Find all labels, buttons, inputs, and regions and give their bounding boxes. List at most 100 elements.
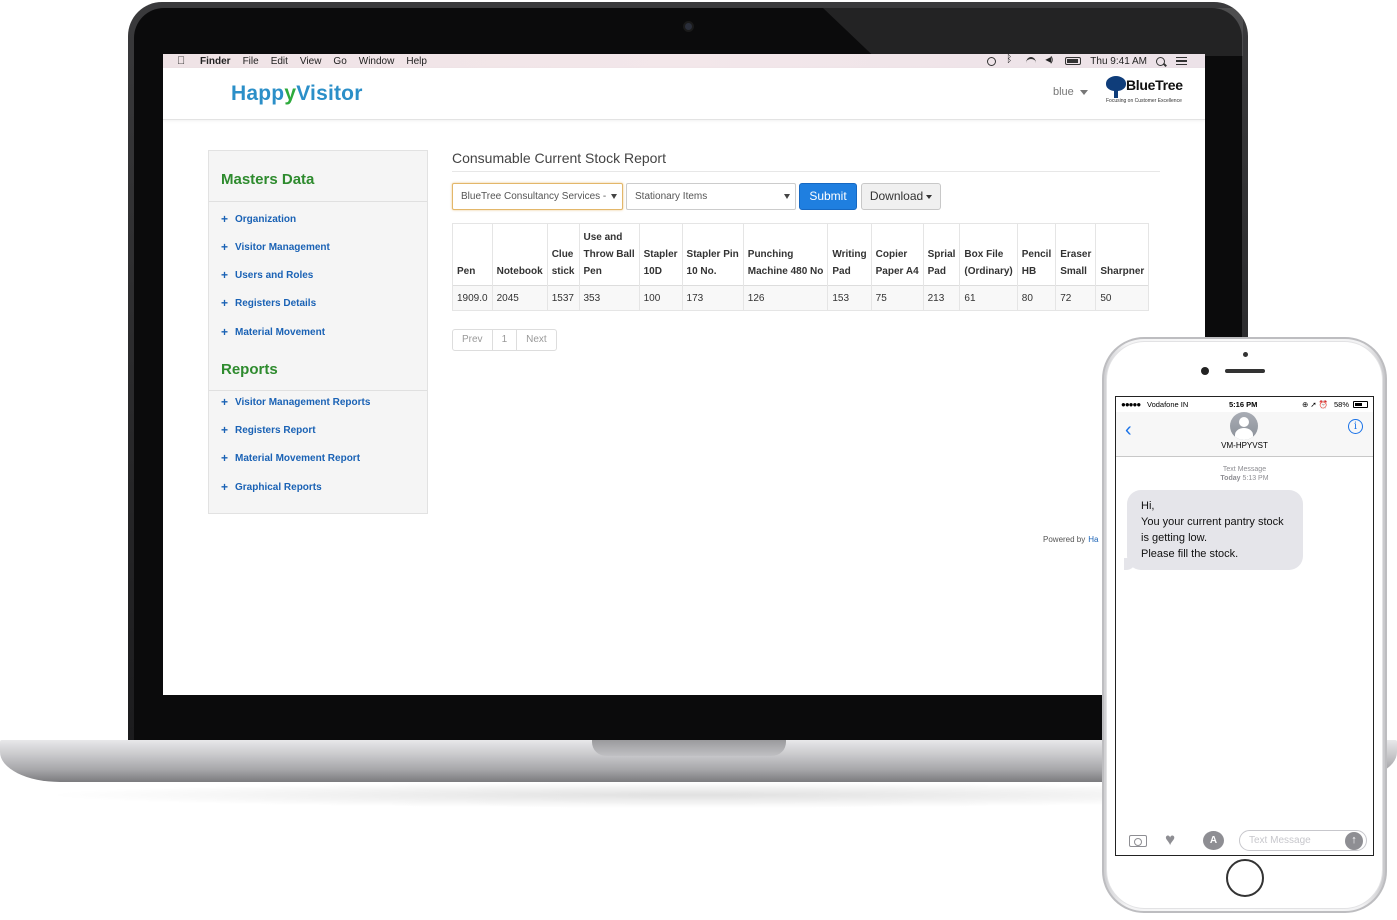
bluetooth-icon[interactable] (1005, 54, 1016, 66)
select-arrow-icon (784, 194, 790, 199)
menu-help[interactable]: Help (406, 56, 427, 67)
sidebar-divider (209, 201, 427, 202)
column-header-line: Paper A4 (875, 266, 919, 277)
wifi-icon[interactable] (1025, 56, 1037, 66)
home-button[interactable] (1226, 859, 1264, 897)
column-header: Pencil HB (1016, 223, 1056, 286)
menu-edit[interactable]: Edit (271, 56, 288, 67)
table-cell: 1909.0 (452, 285, 493, 311)
column-header: Clue stick (546, 223, 579, 286)
time-machine-icon[interactable] (987, 56, 997, 66)
column-header-line: Sharpner (1100, 266, 1145, 277)
table-cell: 100 (638, 285, 683, 311)
column-header-line: Pad (927, 266, 946, 277)
contact-name[interactable]: VM-HPYVST (1116, 441, 1373, 450)
page-title: Consumable Current Stock Report (452, 150, 666, 166)
column-header-line: Throw Ball (583, 249, 635, 260)
send-arrow-icon[interactable]: ↑ (1345, 832, 1363, 850)
sidebar-item-label: Users and Roles (235, 269, 314, 281)
app-header: HappyVisitor blue BlueTree Focusing on C… (163, 68, 1205, 120)
sidebar-item-material-movement-report[interactable]: + Material Movement Report (221, 451, 360, 465)
battery-icon[interactable] (1065, 57, 1082, 65)
menu-view[interactable]: View (300, 56, 322, 67)
earpiece (1225, 369, 1265, 373)
menubar-clock[interactable]: Thu 9:41 AM (1090, 56, 1147, 67)
user-dropdown[interactable]: blue (1053, 86, 1088, 98)
column-header-line: 10D (643, 266, 662, 277)
message-day: Today (1220, 475, 1241, 482)
plus-icon: + (221, 212, 229, 226)
sidebar-item-label: Visitor Management (235, 241, 330, 253)
logo-text-left: Happ (231, 82, 285, 105)
column-header: Writing Pad (827, 223, 872, 286)
digital-touch-heart-icon[interactable]: ♥ (1165, 830, 1175, 850)
proximity-sensor (1243, 352, 1248, 357)
sidebar-item-material-movement[interactable]: + Material Movement (221, 325, 325, 339)
signal-icon: ●●●●● (1121, 400, 1141, 409)
submit-button[interactable]: Submit (799, 183, 857, 210)
sidebar-item-label: Organization (235, 213, 297, 225)
column-header: Stapler 10D (638, 223, 683, 286)
apple-icon[interactable]:  (177, 55, 189, 67)
stock-table: Pen Notebook Clue stick Use and Throw Ball Pen… (452, 223, 1150, 311)
title-divider (452, 171, 1160, 172)
contact-avatar[interactable] (1230, 412, 1258, 440)
reports-heading: Reports (221, 361, 278, 378)
pagination: Prev 1 Next (452, 329, 557, 351)
back-chevron-icon[interactable]: ‹ (1125, 419, 1132, 442)
info-icon[interactable]: i (1348, 419, 1363, 434)
sidebar-item-label: Material Movement (235, 326, 326, 338)
plus-icon: + (221, 395, 229, 409)
app-store-icon[interactable]: A (1203, 831, 1224, 850)
webcam-icon (683, 21, 694, 32)
column-header-line: Box File (964, 249, 1004, 260)
caret-down-icon (1079, 89, 1088, 95)
sidebar-item-users-and-roles[interactable]: + Users and Roles (221, 268, 313, 282)
category-select[interactable]: Stationary Items (626, 183, 796, 210)
table-cell: 126 (742, 285, 828, 311)
table-cell: 72 (1055, 285, 1096, 311)
sidebar-item-graphical-reports[interactable]: + Graphical Reports (221, 480, 322, 494)
column-header: Stapler Pin 10 No. (681, 223, 744, 286)
notification-center-icon[interactable] (1176, 57, 1187, 65)
download-button[interactable]: Download (861, 183, 941, 210)
column-header-line: Punching (747, 249, 794, 260)
user-name: blue (1053, 86, 1074, 98)
menu-finder[interactable]: Finder (200, 56, 231, 67)
plus-icon: + (221, 423, 229, 437)
column-header-line: stick (551, 266, 575, 277)
phone-battery-icon (1353, 401, 1368, 408)
sidebar-item-visitor-management[interactable]: + Visitor Management (221, 240, 330, 254)
sidebar-item-organization[interactable]: + Organization (221, 212, 296, 226)
sidebar-item-registers-report[interactable]: + Registers Report (221, 423, 316, 437)
company-select[interactable]: BlueTree Consultancy Services - (452, 183, 623, 210)
category-select-value: Stationary Items (635, 191, 708, 202)
spotlight-search-icon[interactable] (1156, 56, 1167, 66)
volume-icon[interactable] (1045, 55, 1056, 66)
page-1-button[interactable]: 1 (493, 330, 518, 350)
message-bubble: Hi, You your current pantry stock is get… (1124, 490, 1303, 570)
powered-by-link[interactable]: Ha (1088, 535, 1098, 544)
sidebar-item-label: Material Movement Report (235, 452, 361, 464)
column-header-line: Clue (551, 249, 574, 260)
sidebar-divider (209, 390, 427, 391)
sidebar-item-registers-details[interactable]: + Registers Details (221, 296, 316, 310)
column-header-line: Pen (457, 266, 476, 277)
sidebar-item-label: Registers Details (235, 297, 317, 309)
happyvisitor-logo[interactable]: HappyVisitor (231, 82, 363, 106)
compose-bar: ♥ A Text Message ↑ (1116, 827, 1373, 855)
menu-window[interactable]: Window (359, 56, 395, 67)
plus-icon: + (221, 296, 229, 310)
next-page-button[interactable]: Next (517, 330, 556, 350)
company-select-value: BlueTree Consultancy Services - (461, 191, 607, 202)
prev-page-button[interactable]: Prev (453, 330, 493, 350)
table-cell: 80 (1016, 285, 1056, 311)
column-header-line: Small (1060, 266, 1087, 277)
menu-go[interactable]: Go (333, 56, 346, 67)
column-header-line: Copier (875, 249, 908, 260)
tree-icon (1106, 76, 1126, 98)
camera-icon[interactable] (1129, 835, 1147, 847)
menu-file[interactable]: File (243, 56, 259, 67)
sidebar-item-visitor-management-reports[interactable]: + Visitor Management Reports (221, 395, 370, 409)
column-header-line: Pad (832, 266, 851, 277)
